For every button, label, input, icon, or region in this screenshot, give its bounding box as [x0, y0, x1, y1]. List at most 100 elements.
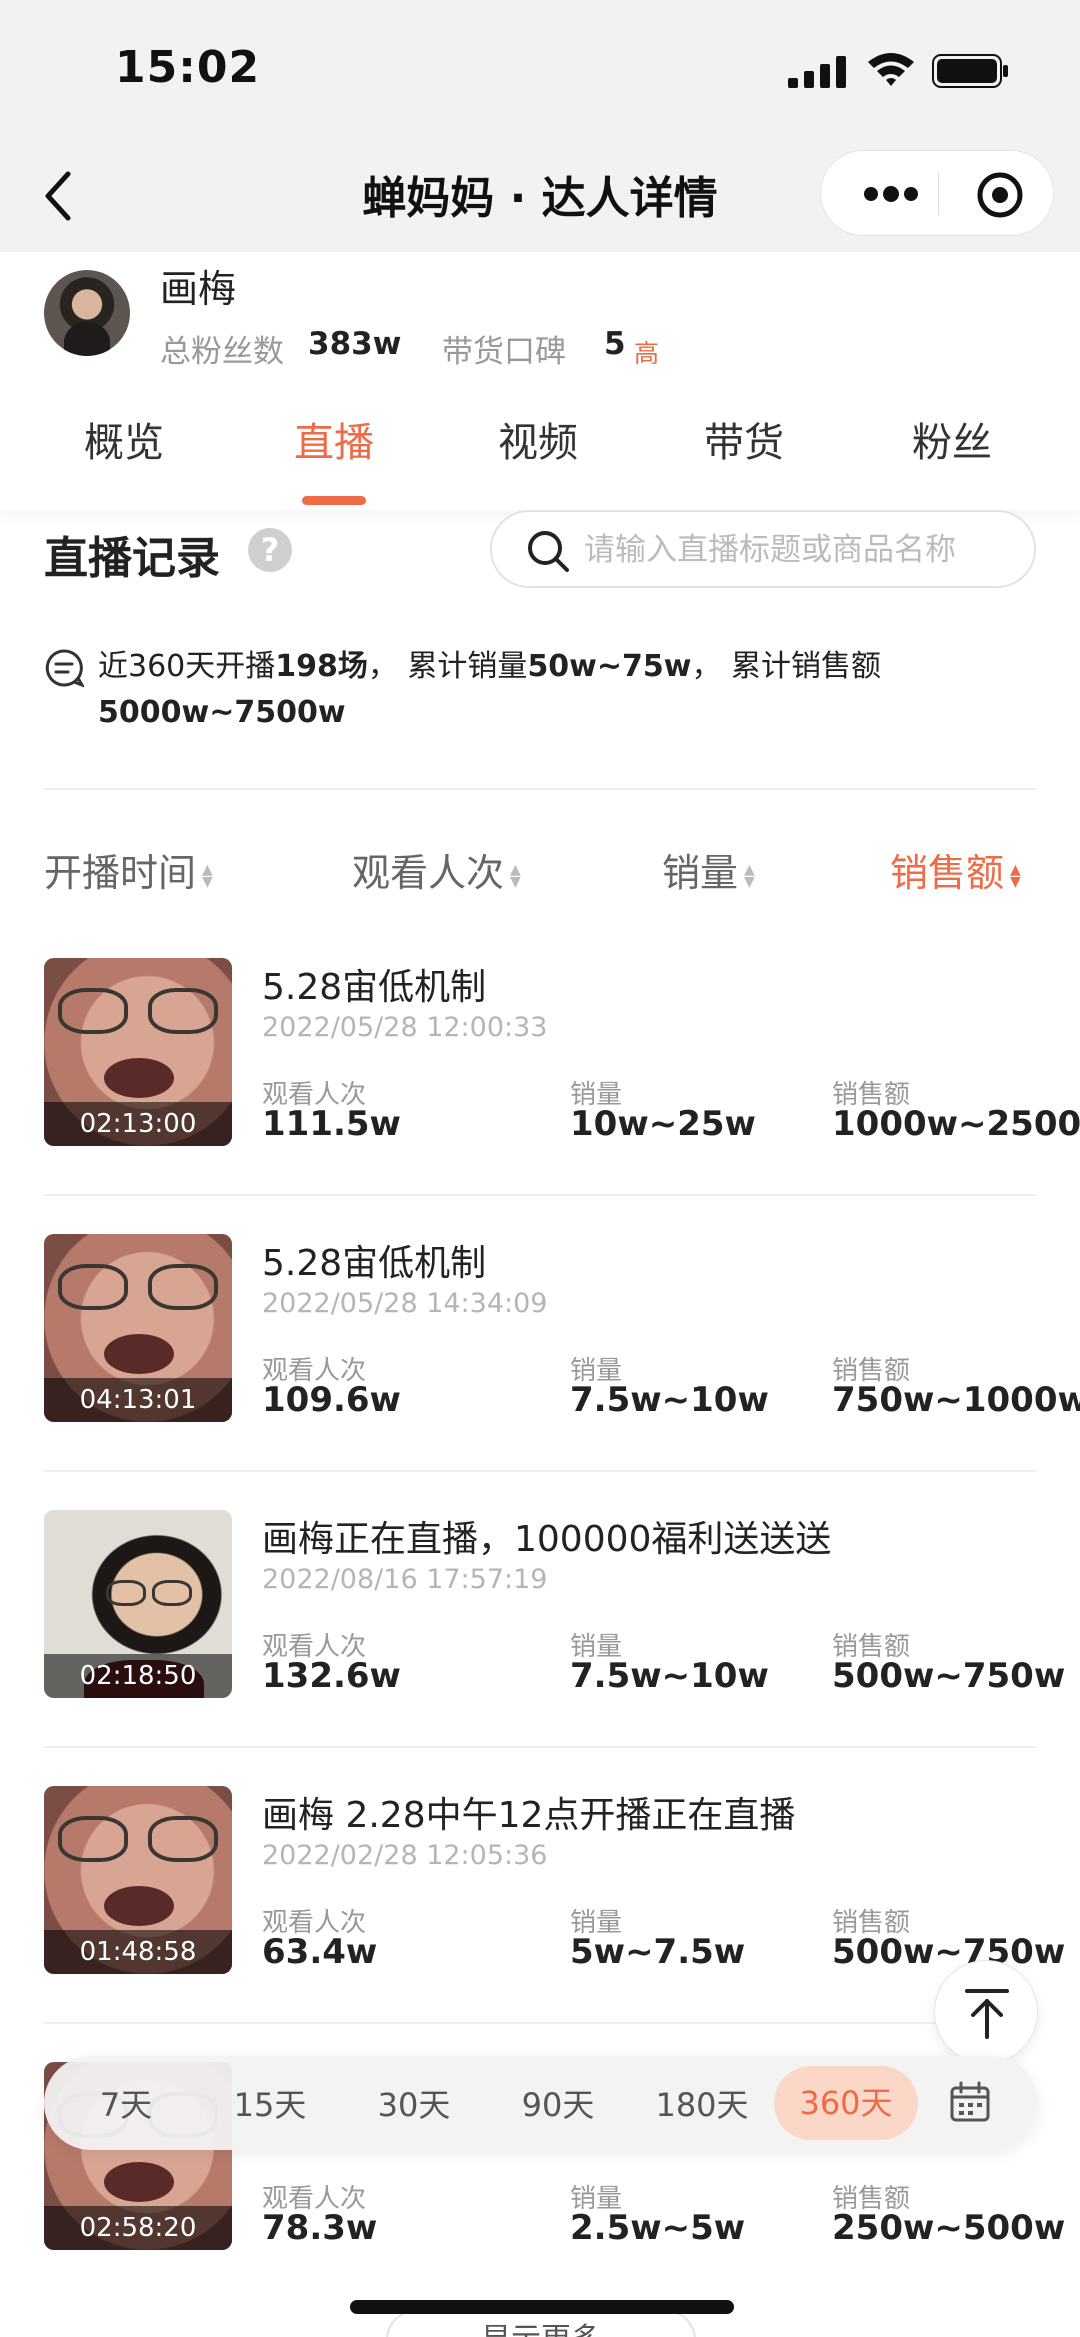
live-datetime: 2022/08/16 17:57:19 — [262, 1564, 548, 1595]
summary-prefix: 近360天开播 — [98, 649, 276, 684]
fans-value: 383w — [308, 326, 402, 362]
wifi-icon — [868, 53, 914, 86]
tab-fans[interactable]: 粉丝 — [872, 410, 1032, 468]
live-duration: 04:13:01 — [44, 1378, 232, 1422]
sales-value: 7.5w~10w — [570, 1656, 769, 1696]
sort-arrows-icon: ▲ ▼ — [202, 861, 213, 890]
avatar[interactable] — [44, 270, 130, 356]
search-icon — [528, 531, 569, 572]
sort-label: 销售额 — [890, 851, 1005, 895]
help-icon[interactable]: ? — [248, 528, 292, 572]
tab-goods[interactable]: 带货 — [664, 410, 824, 468]
sort-views[interactable]: 观看人次 ▲ ▼ — [352, 842, 521, 897]
search-box[interactable] — [490, 510, 1036, 588]
views-value: 109.6w — [262, 1380, 401, 1420]
views-value: 78.3w — [262, 2208, 378, 2248]
tab-live[interactable]: 直播 — [254, 410, 414, 468]
summary-text: 近360天开播198场， 累计销量50w~75w， 累计销售额 5000w~750… — [98, 644, 1018, 736]
range-30d[interactable]: 30天 — [354, 2080, 474, 2126]
live-thumbnail: 02:13:00 — [44, 958, 232, 1146]
sales-value: 7.5w~10w — [570, 1380, 769, 1420]
live-title: 5.28宙低机制 — [262, 967, 487, 1008]
sort-arrows-icon: ▲ ▼ — [510, 861, 521, 890]
live-datetime: 2022/02/28 12:05:36 — [262, 1840, 548, 1871]
calendar-icon[interactable] — [948, 2080, 992, 2124]
live-duration: 01:48:58 — [44, 1930, 232, 1974]
sort-sales[interactable]: 销量 ▲ ▼ — [662, 842, 755, 897]
battery-icon — [932, 54, 1008, 88]
live-title: 画梅 2.28中午12点开播正在直播 — [262, 1795, 796, 1836]
live-datetime: 2022/05/28 12:00:33 — [262, 1012, 548, 1043]
home-indicator — [350, 2300, 734, 2314]
row-divider — [44, 2022, 1036, 2024]
target-icon[interactable] — [976, 171, 1024, 219]
more-dots-icon[interactable] — [861, 179, 921, 209]
live-thumbnail: 04:13:01 — [44, 1234, 232, 1422]
status-time: 15:02 — [115, 42, 261, 93]
revenue-value: 1000w~2500w — [832, 1104, 1080, 1144]
row-divider — [44, 1194, 1036, 1196]
range-180d[interactable]: 180天 — [642, 2080, 762, 2126]
revenue-value: 250w~500w — [832, 2208, 1066, 2248]
scroll-top-icon — [965, 1989, 1009, 2039]
time-range-filter: 7天 15天 30天 90天 180天 360天 — [44, 2056, 1038, 2150]
sort-label: 开播时间 — [44, 851, 197, 895]
sales-value: 5w~7.5w — [570, 1932, 746, 1972]
status-bar: 15:02 — [0, 0, 1080, 140]
row-divider — [44, 1746, 1036, 1748]
summary-icon — [45, 649, 84, 688]
revenue-value: 500w~750w — [832, 1656, 1066, 1696]
section-title: 直播记录 — [44, 533, 220, 584]
summary-mid2: ， 累计销售额 — [691, 649, 882, 684]
live-title: 画梅正在直播，100000福利送送送 — [262, 1519, 832, 1560]
live-title: 5.28宙低机制 — [262, 1243, 487, 1284]
reputation-label: 带货口碑 — [442, 334, 566, 370]
sort-label: 观看人次 — [352, 851, 505, 895]
summary-sessions: 198场 — [275, 649, 368, 684]
live-duration: 02:58:20 — [44, 2206, 232, 2250]
tab-active-indicator — [302, 496, 366, 505]
sales-value: 10w~25w — [570, 1104, 756, 1144]
sort-arrows-icon: ▲ ▼ — [744, 861, 755, 890]
sort-arrows-icon: ▲ ▼ — [1010, 861, 1021, 890]
reputation-level: 高 — [634, 339, 660, 368]
capsule-divider — [938, 173, 939, 215]
live-record[interactable]: 01:48:58 画梅 2.28中午12点开播正在直播 2022/02/28 1… — [0, 1786, 1080, 2062]
live-thumbnail: 02:18:50 — [44, 1510, 232, 1698]
live-record[interactable]: 02:13:00 5.28宙低机制 2022/05/28 12:00:33 观看… — [0, 958, 1080, 1234]
live-thumbnail: 01:48:58 — [44, 1786, 232, 1974]
live-duration: 02:13:00 — [44, 1102, 232, 1146]
tab-overview[interactable]: 概览 — [44, 410, 204, 468]
profile-name: 画梅 — [160, 267, 237, 311]
views-value: 111.5w — [262, 1104, 401, 1144]
mini-program-capsule — [820, 150, 1054, 236]
divider — [44, 788, 1036, 790]
live-duration: 02:18:50 — [44, 1654, 232, 1698]
search-input[interactable] — [584, 522, 1004, 578]
cellular-signal-icon — [788, 56, 846, 88]
range-7d[interactable]: 7天 — [66, 2080, 186, 2126]
reputation-score: 5 — [604, 326, 626, 362]
views-value: 63.4w — [262, 1932, 378, 1972]
range-90d[interactable]: 90天 — [498, 2080, 618, 2126]
range-360d[interactable]: 360天 — [774, 2066, 918, 2140]
revenue-value: 500w~750w — [832, 1932, 1066, 1972]
tab-video[interactable]: 视频 — [458, 410, 618, 468]
live-record[interactable]: 02:18:50 画梅正在直播，100000福利送送送 2022/08/16 1… — [0, 1510, 1080, 1786]
load-more-button[interactable]: 显示更多 — [386, 2310, 696, 2337]
row-divider — [44, 1470, 1036, 1472]
live-datetime: 2022/05/28 14:34:09 — [262, 1288, 548, 1319]
views-value: 132.6w — [262, 1656, 401, 1696]
nav-bar: 蝉妈妈 · 达人详情 — [0, 140, 1080, 252]
revenue-value: 750w~1000w — [832, 1380, 1080, 1420]
range-15d[interactable]: 15天 — [210, 2080, 330, 2126]
live-record[interactable]: 04:13:01 5.28宙低机制 2022/05/28 14:34:09 观看… — [0, 1234, 1080, 1510]
sort-start-time[interactable]: 开播时间 ▲ ▼ — [44, 842, 213, 897]
tab-bar: 概览 直播 视频 带货 粉丝 — [0, 380, 1080, 510]
scroll-top-button[interactable] — [934, 1960, 1038, 2064]
fans-label: 总粉丝数 — [160, 334, 284, 370]
summary-revenue: 5000w~7500w — [98, 695, 346, 730]
summary-mid1: ， 累计销量 — [367, 649, 528, 684]
sort-revenue[interactable]: 销售额 ▲ ▼ — [890, 842, 1021, 897]
profile-header: 画梅 总粉丝数 383w 带货口碑 5 高 — [0, 252, 1080, 380]
